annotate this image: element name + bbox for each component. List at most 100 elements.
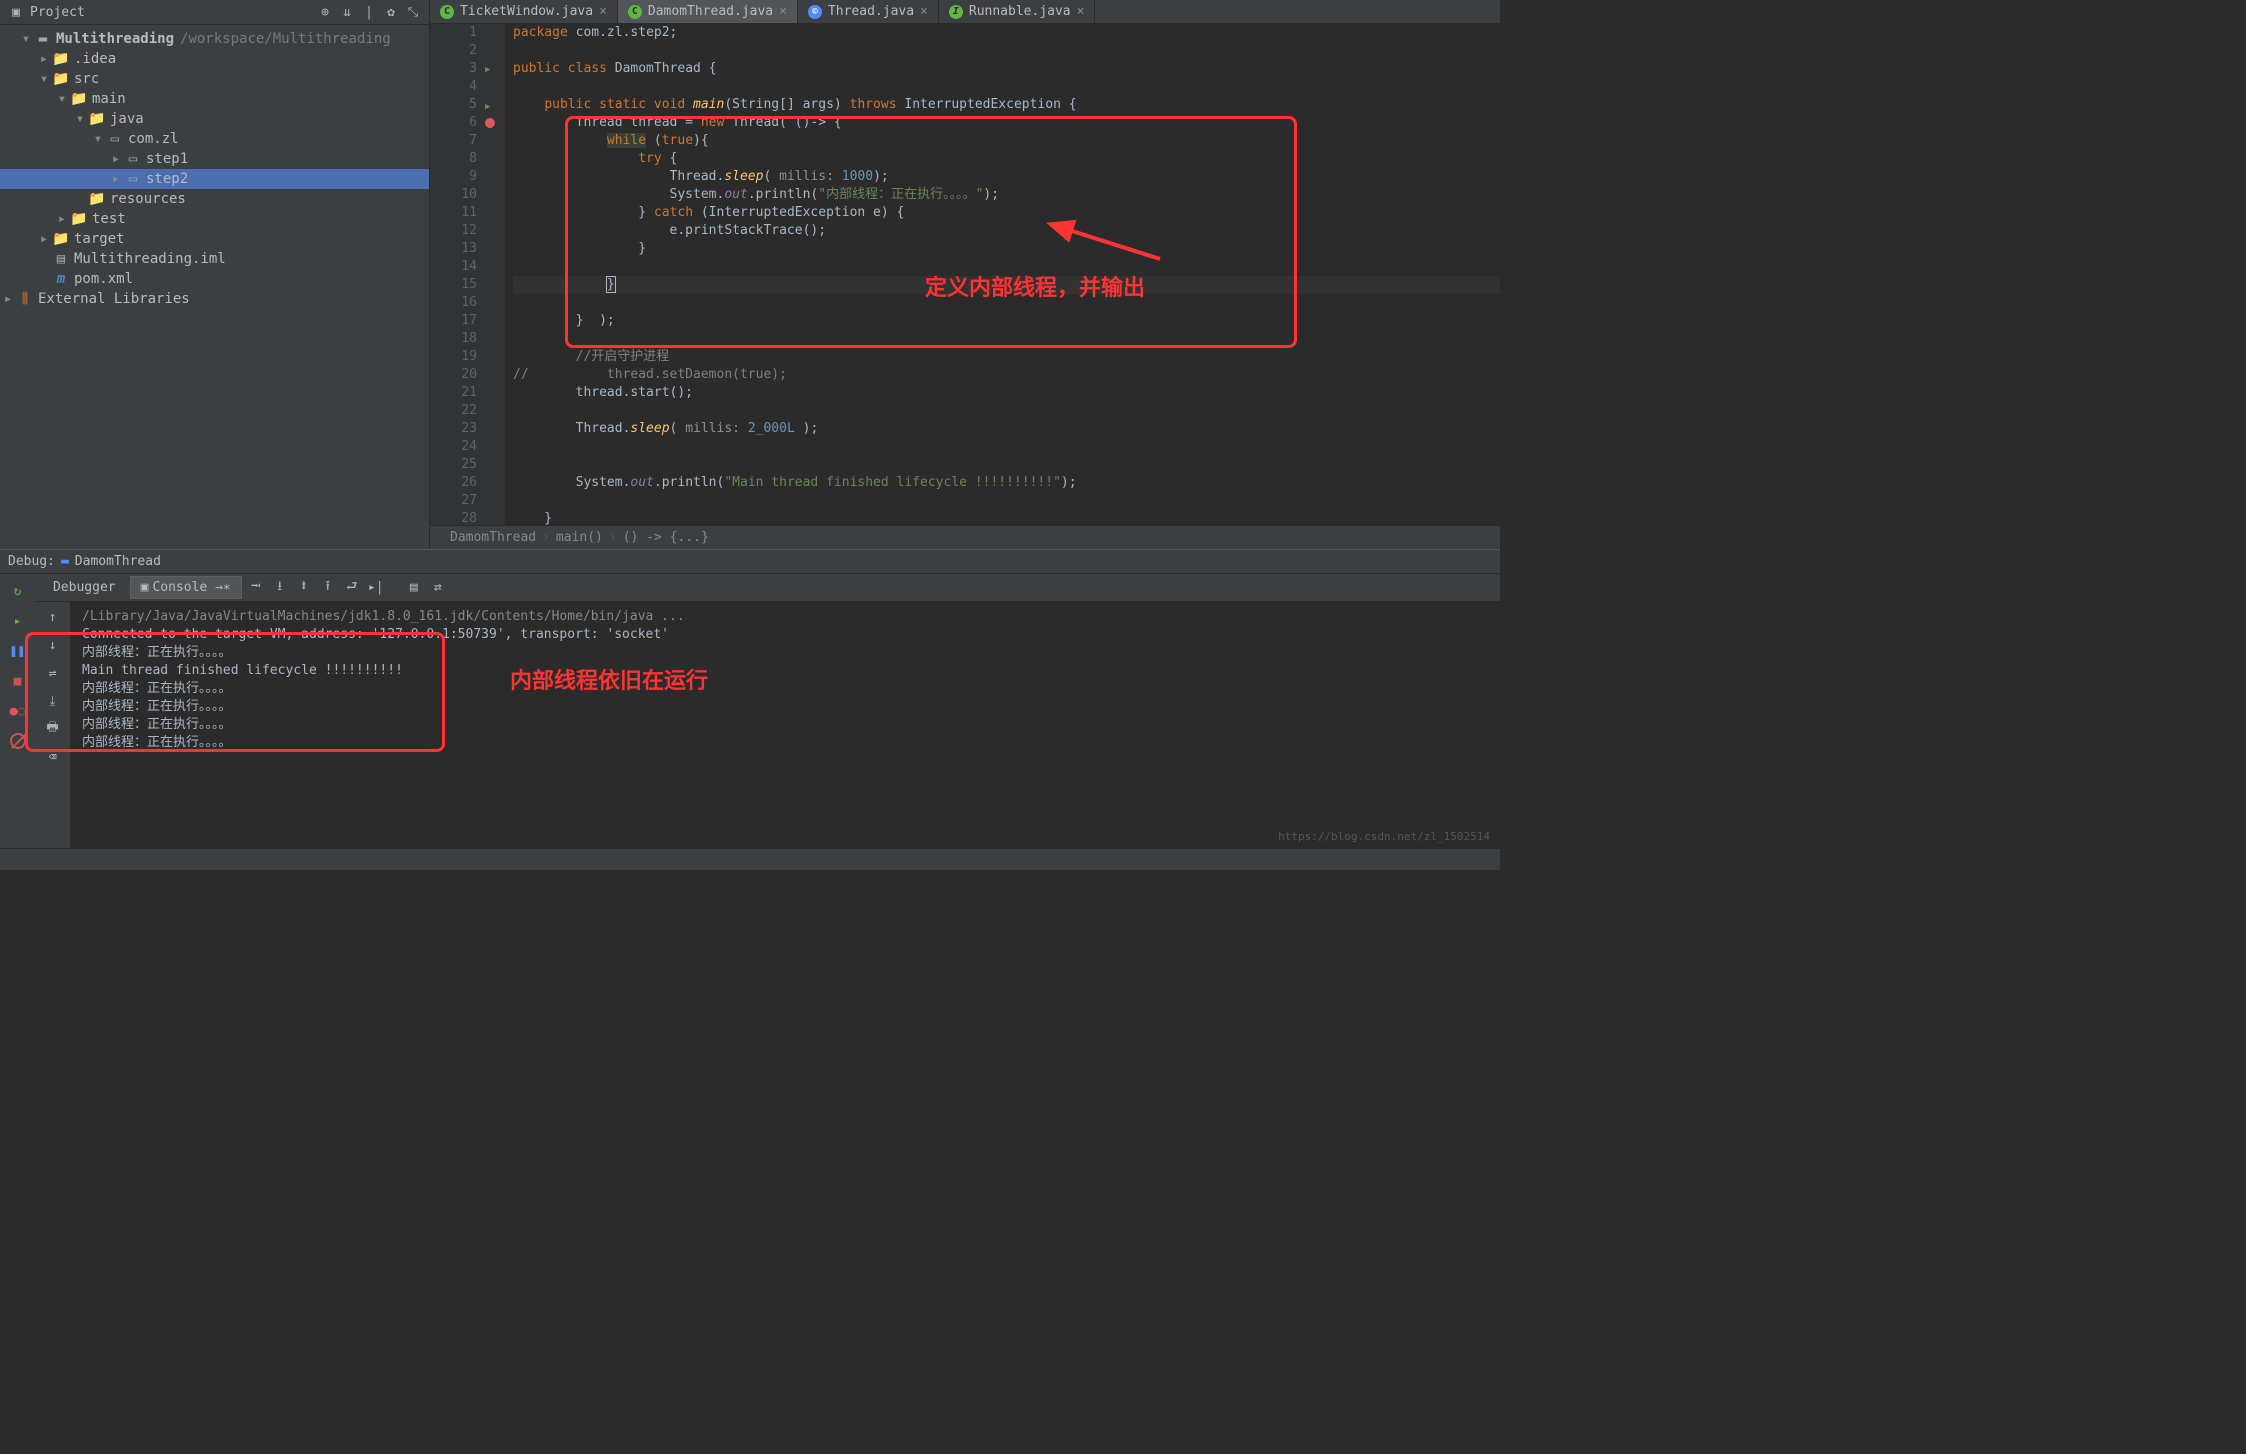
tree-item[interactable]: ▾ 📁 java	[0, 109, 429, 129]
evaluate-icon[interactable]: ▤	[404, 579, 424, 597]
code-line[interactable]	[513, 438, 1500, 456]
gutter-marker[interactable]	[485, 260, 505, 278]
step-over-icon[interactable]: ⭲	[246, 579, 266, 597]
gutter-marker[interactable]	[485, 296, 505, 314]
resume-button[interactable]: ▸	[7, 610, 29, 632]
tree-arrow-icon[interactable]: ▸	[36, 231, 52, 247]
close-icon[interactable]: ×	[920, 4, 928, 19]
target-icon[interactable]: ⊕	[317, 4, 333, 20]
breadcrumb-item[interactable]: main()	[556, 530, 603, 545]
code-line[interactable]	[513, 456, 1500, 474]
code-line[interactable]: System.out.println("Main thread finished…	[513, 474, 1500, 492]
gutter-marker[interactable]	[485, 42, 505, 60]
tree-item[interactable]: ▾ 📁 src	[0, 69, 429, 89]
gutter-marker[interactable]	[485, 386, 505, 404]
gutter-marker[interactable]	[485, 134, 505, 152]
chevron-down-icon[interactable]: ▾	[18, 31, 34, 47]
close-icon[interactable]: ×	[779, 4, 787, 19]
gutter-marker[interactable]	[485, 79, 505, 97]
gutter-marker[interactable]	[485, 206, 505, 224]
editor-tab[interactable]: © Thread.java ×	[798, 0, 939, 23]
gutter-marker[interactable]	[485, 242, 505, 260]
gutter-marker[interactable]	[485, 440, 505, 458]
gutter-marker[interactable]	[485, 368, 505, 386]
tree-arrow-icon[interactable]: ▸	[36, 51, 52, 67]
tree-item[interactable]: ▾ 📁 main	[0, 89, 429, 109]
code-line[interactable]: public static void main(String[] args) t…	[513, 96, 1500, 114]
force-step-icon[interactable]: ⭽	[294, 579, 314, 597]
tree-item[interactable]: ▾ ▭ com.zl	[0, 129, 429, 149]
breadcrumb[interactable]: DamomThread›main()›() -> {...}	[430, 525, 1500, 549]
up-button[interactable]: ↑	[42, 606, 64, 628]
code-line[interactable]: //开启守护进程	[513, 348, 1500, 366]
gutter-marker[interactable]	[485, 512, 505, 525]
code-line[interactable]: package com.zl.step2;	[513, 24, 1500, 42]
code-line[interactable]	[513, 402, 1500, 420]
hide-icon[interactable]: ⤡	[405, 4, 421, 20]
tree-item[interactable]: 📁 resources	[0, 189, 429, 209]
gutter-marker[interactable]	[485, 170, 505, 188]
external-libs[interactable]: ▸ ⫼ External Libraries	[0, 289, 429, 309]
gutter-markers[interactable]: ▶ ▶	[485, 24, 505, 525]
gutter-marker[interactable]	[485, 476, 505, 494]
gutter-marker[interactable]: ▶	[485, 97, 505, 116]
gear-icon[interactable]: ✿	[383, 4, 399, 20]
editor-tab[interactable]: C DamomThread.java ×	[618, 0, 798, 23]
close-icon[interactable]: ×	[599, 4, 607, 19]
console-tab[interactable]: ▣Console →∗	[130, 576, 242, 599]
tree-arrow-icon[interactable]: ▾	[90, 131, 106, 147]
gutter-marker[interactable]	[485, 188, 505, 206]
tree-item[interactable]: m pom.xml	[0, 269, 429, 289]
console-output[interactable]: /Library/Java/JavaVirtualMachines/jdk1.8…	[70, 602, 1500, 848]
breadcrumb-item[interactable]: () -> {...}	[623, 530, 709, 545]
trace-icon[interactable]: ⇄	[428, 579, 448, 597]
tree-arrow-icon[interactable]: ▸	[108, 151, 124, 167]
tree-item[interactable]: ▸ ▭ step2	[0, 169, 429, 189]
gutter-marker[interactable]	[485, 152, 505, 170]
gutter-marker[interactable]	[485, 332, 505, 350]
gutter-marker[interactable]	[485, 458, 505, 476]
breadcrumb-item[interactable]: DamomThread	[450, 530, 536, 545]
tree-arrow-icon[interactable]: ▾	[36, 71, 52, 87]
code-line[interactable]	[513, 78, 1500, 96]
tree-arrow-icon[interactable]: ▾	[54, 91, 70, 107]
gutter-marker[interactable]	[485, 404, 505, 422]
gutter-marker[interactable]	[485, 314, 505, 332]
gutter-marker[interactable]	[485, 422, 505, 440]
debugger-tab[interactable]: Debugger	[43, 577, 126, 598]
editor-tab[interactable]: I Runnable.java ×	[939, 0, 1096, 23]
code-line[interactable]: thread.start();	[513, 384, 1500, 402]
step-into-icon[interactable]: ⭳	[270, 579, 290, 597]
chevron-right-icon[interactable]: ▸	[0, 291, 16, 307]
code-line[interactable]: Thread.sleep( millis: 2_000L );	[513, 420, 1500, 438]
gutter-marker[interactable]	[485, 24, 505, 42]
tree-arrow-icon[interactable]: ▸	[108, 171, 124, 187]
step-out-icon[interactable]: ⭱	[318, 579, 338, 597]
code-line[interactable]: // thread.setDaemon(true);	[513, 366, 1500, 384]
gutter-marker[interactable]	[485, 116, 505, 134]
gutter-marker[interactable]: ▶	[485, 60, 505, 79]
tree-root[interactable]: ▾ ▬ Multithreading /workspace/Multithrea…	[0, 29, 429, 49]
editor-tab[interactable]: C TicketWindow.java ×	[430, 0, 618, 23]
code-line[interactable]: }	[513, 510, 1500, 525]
tree-item[interactable]: ▸ 📁 target	[0, 229, 429, 249]
run-cursor-icon[interactable]: ▸|	[366, 579, 386, 597]
code-editor[interactable]: package com.zl.step2; public class Damom…	[505, 24, 1500, 525]
rerun-button[interactable]: ↻	[7, 580, 29, 602]
gutter-marker[interactable]	[485, 494, 505, 512]
drop-frame-icon[interactable]: ⮐	[342, 579, 362, 597]
tree-item[interactable]: ▸ ▭ step1	[0, 149, 429, 169]
collapse-icon[interactable]: ⇊	[339, 4, 355, 20]
close-icon[interactable]: ×	[1077, 4, 1085, 19]
code-line[interactable]: public class DamomThread {	[513, 60, 1500, 78]
gutter-marker[interactable]	[485, 278, 505, 296]
code-line[interactable]	[513, 492, 1500, 510]
gutter-marker[interactable]	[485, 224, 505, 242]
tree-item[interactable]: ▤ Multithreading.iml	[0, 249, 429, 269]
code-line[interactable]	[513, 42, 1500, 60]
tree-item[interactable]: ▸ 📁 .idea	[0, 49, 429, 69]
tree-arrow-icon[interactable]: ▸	[54, 211, 70, 227]
tree-item[interactable]: ▸ 📁 test	[0, 209, 429, 229]
gutter-marker[interactable]	[485, 350, 505, 368]
tree-arrow-icon[interactable]: ▾	[72, 111, 88, 127]
